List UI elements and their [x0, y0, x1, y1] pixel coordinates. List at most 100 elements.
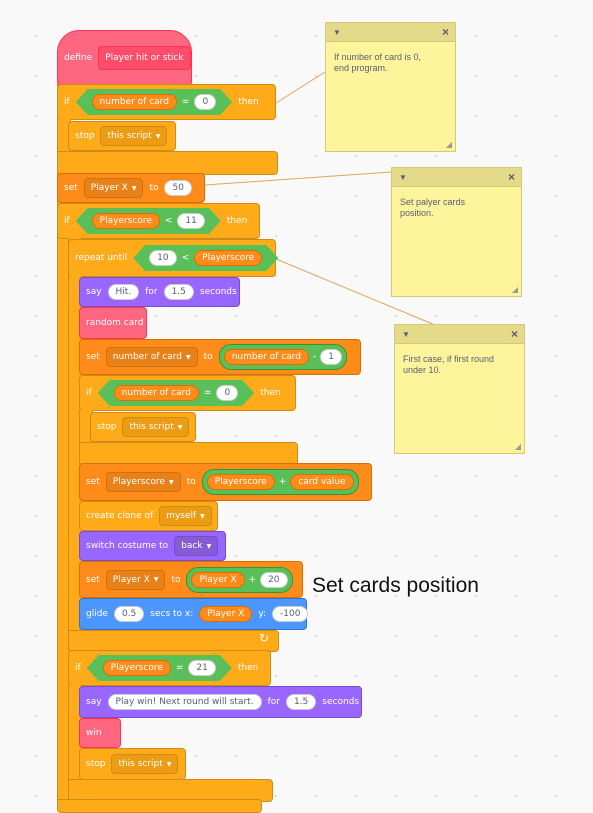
close-icon[interactable]: × — [511, 327, 518, 341]
stop-option-dropdown[interactable]: this script ▼ — [111, 754, 179, 774]
card-value-reporter[interactable]: card value — [290, 474, 354, 490]
equals-condition[interactable]: number of card = 0 — [76, 89, 233, 115]
stop-option-dropdown[interactable]: this script ▼ — [100, 126, 168, 146]
close-icon[interactable]: × — [442, 25, 449, 39]
playerscore-reporter[interactable]: Playerscore — [103, 660, 171, 676]
player-x-reporter[interactable]: Player X — [191, 571, 245, 588]
say-for-seconds-block[interactable]: say Play win! Next round will start. for… — [79, 686, 362, 718]
comment-note-1[interactable]: ▼ × If number of card is 0, end program.… — [325, 22, 456, 152]
variable-dropdown[interactable]: number of card ▼ — [105, 347, 198, 367]
set-player-x-block[interactable]: set Player X ▼ to 50 — [57, 173, 205, 203]
variable-dropdown[interactable]: Player X ▼ — [105, 569, 166, 590]
number-of-card-reporter[interactable]: number of card — [114, 385, 199, 401]
random-card-block[interactable]: random card — [79, 307, 147, 339]
playerscore-reporter[interactable]: Playerscore — [194, 250, 262, 266]
less-than-condition[interactable]: Playerscore < 11 — [76, 208, 221, 234]
note-header[interactable]: ▼ × — [392, 168, 521, 187]
switch-costume-block[interactable]: switch costume to back ▼ — [79, 531, 226, 561]
playerscore-reporter[interactable]: Playerscore — [206, 474, 275, 490]
value-input[interactable]: 0 — [216, 385, 238, 401]
to-keyword: to — [149, 183, 159, 193]
value-input[interactable]: 21 — [188, 660, 215, 676]
add-operator-block[interactable]: Playerscore + card value — [201, 469, 359, 495]
costume-dropdown[interactable]: back ▼ — [174, 536, 219, 556]
subtract-operator-block[interactable]: number of card - 1 — [218, 344, 347, 370]
secs-input[interactable]: 0.5 — [113, 606, 145, 622]
random-card-label: random card — [86, 318, 144, 328]
say-for-seconds-block[interactable]: say Hit. for 1.5 seconds — [79, 277, 240, 307]
stop-block-1[interactable]: stop this script ▼ — [68, 121, 176, 151]
close-icon[interactable]: × — [508, 170, 515, 184]
equals-condition[interactable]: number of card = 0 — [98, 380, 255, 406]
for-keyword: for — [267, 697, 280, 707]
then-keyword: then — [260, 388, 281, 398]
create-clone-block[interactable]: create clone of myself ▼ — [79, 501, 218, 531]
dropdown-arrow-icon: ▼ — [206, 542, 212, 550]
loop-arrow-icon: ↻ — [259, 631, 270, 645]
number-of-card-reporter[interactable]: number of card — [223, 349, 309, 365]
annotation-text: Set cards position — [312, 574, 479, 597]
set-number-of-card-block[interactable]: set number of card ▼ to number of card - … — [79, 339, 361, 375]
stop-block-3[interactable]: stop this script ▼ — [79, 748, 186, 780]
y-input[interactable]: -100 — [272, 606, 309, 622]
define-block[interactable]: define Player hit or stick — [57, 30, 192, 86]
add-operator-block[interactable]: Player X + 20 — [186, 566, 293, 593]
win-block[interactable]: win — [79, 718, 121, 748]
value-input[interactable]: 1 — [320, 349, 342, 365]
collapse-icon[interactable]: ▼ — [402, 330, 410, 339]
note-text[interactable]: First case, if first round under 10. — [395, 344, 524, 386]
value-input[interactable]: 0 — [194, 94, 216, 110]
set-player-x-increment-block[interactable]: set Player X ▼ to Player X + 20 — [79, 561, 303, 598]
equals-operator: = — [203, 388, 212, 398]
equals-operator: = — [181, 97, 190, 107]
seconds-input[interactable]: 1.5 — [163, 284, 194, 300]
if-block-4[interactable]: if Playerscore = 21 then — [68, 650, 271, 686]
variable-dropdown[interactable]: Playerscore ▼ — [105, 472, 181, 492]
comment-note-2[interactable]: ▼ × Set palyer cards position. ◢ — [391, 167, 522, 297]
stop-block-2[interactable]: stop this script ▼ — [90, 412, 196, 442]
message-input[interactable]: Play win! Next round will start. — [107, 694, 262, 710]
if-block-1[interactable]: if number of card = 0 then — [57, 84, 276, 120]
variable-name: Player X — [90, 183, 128, 193]
stop-option-dropdown[interactable]: this script ▼ — [122, 417, 190, 437]
plus-operator: + — [248, 574, 257, 585]
resize-grip-icon[interactable]: ◢ — [512, 285, 518, 294]
costume-name: back — [181, 541, 203, 551]
player-x-reporter[interactable]: Player X — [199, 606, 253, 622]
less-than-condition[interactable]: 10 < Playerscore — [133, 245, 278, 271]
playerscore-reporter[interactable]: Playerscore — [92, 213, 160, 229]
set-keyword: set — [86, 352, 100, 362]
value-input[interactable]: 10 — [149, 250, 176, 266]
note-text[interactable]: Set palyer cards position. — [392, 187, 521, 229]
seconds-keyword: seconds — [199, 287, 237, 297]
comment-note-3[interactable]: ▼ × First case, if first round under 10.… — [394, 324, 525, 454]
collapse-icon[interactable]: ▼ — [333, 28, 341, 37]
clone-target-dropdown[interactable]: myself ▼ — [159, 506, 212, 526]
value-input[interactable]: 11 — [177, 213, 204, 229]
note-header[interactable]: ▼ × — [395, 325, 524, 344]
glide-block[interactable]: glide 0.5 secs to x: Player X y: -100 — [79, 598, 309, 630]
then-keyword: then — [238, 97, 259, 107]
equals-condition[interactable]: Playerscore = 21 — [87, 655, 232, 681]
then-keyword: then — [226, 216, 248, 226]
set-playerscore-block[interactable]: set Playerscore ▼ to Playerscore + card v… — [79, 463, 372, 501]
note-header[interactable]: ▼ × — [326, 23, 455, 42]
variable-dropdown[interactable]: Player X ▼ — [83, 178, 144, 198]
if-block-2[interactable]: if Playerscore < 11 then — [57, 203, 260, 239]
to-keyword: to — [186, 477, 196, 487]
number-of-card-reporter[interactable]: number of card — [92, 94, 177, 110]
collapse-icon[interactable]: ▼ — [399, 173, 407, 182]
to-keyword: to — [171, 574, 181, 585]
dropdown-arrow-icon: ▼ — [200, 512, 205, 520]
seconds-input[interactable]: 1.5 — [285, 694, 317, 710]
note-text[interactable]: If number of card is 0, end program. — [326, 42, 455, 84]
stop-option: this script — [129, 422, 174, 432]
resize-grip-icon[interactable]: ◢ — [515, 442, 521, 451]
value-input[interactable]: 50 — [164, 180, 192, 196]
switch-costume-keyword: switch costume to — [86, 541, 169, 551]
repeat-until-block[interactable]: repeat until 10 < Playerscore — [68, 239, 276, 277]
resize-grip-icon[interactable]: ◢ — [446, 140, 452, 149]
value-input[interactable]: 20 — [260, 571, 288, 588]
if-block-3[interactable]: if number of card = 0 then — [79, 375, 296, 411]
message-input[interactable]: Hit. — [107, 284, 140, 300]
